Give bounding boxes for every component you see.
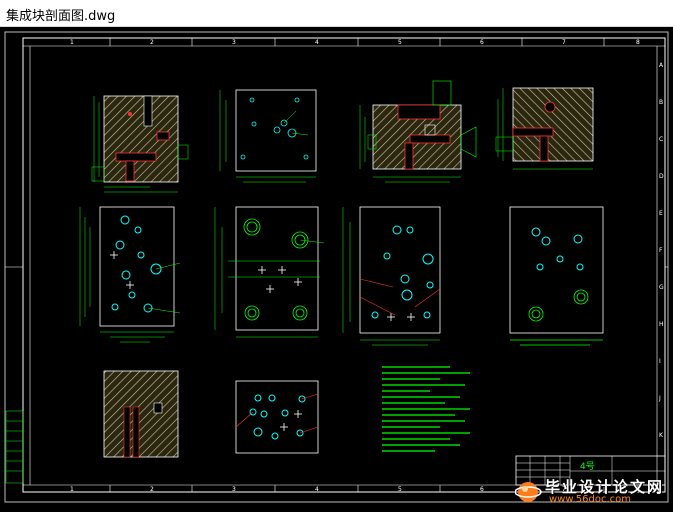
border-bcol-5: 5 bbox=[398, 486, 402, 493]
border-row-e: E bbox=[659, 210, 663, 217]
border-row-g: G bbox=[659, 284, 664, 291]
title-block-label: 4号 bbox=[580, 461, 595, 472]
globe-logo-icon bbox=[515, 482, 542, 502]
border-row-b: B bbox=[659, 99, 663, 106]
border-bcol-2: 2 bbox=[150, 486, 154, 493]
revision-table bbox=[5, 410, 24, 484]
border-col-3: 3 bbox=[232, 39, 236, 46]
border-bcol-1: 1 bbox=[70, 486, 74, 493]
site-watermark: 毕业设计论文网 www.56doc.com bbox=[513, 476, 671, 506]
border-row-d: D bbox=[659, 173, 664, 180]
window-title: 集成块剖面图.dwg bbox=[6, 9, 116, 24]
plan-view-2[interactable] bbox=[214, 206, 325, 338]
front-view-top[interactable] bbox=[219, 89, 317, 183]
border-bcol-4: 4 bbox=[315, 486, 319, 493]
plan-view-1[interactable] bbox=[79, 206, 181, 343]
border-row-i: I bbox=[659, 358, 661, 365]
border-col-1: 1 bbox=[70, 39, 74, 46]
border-col-4: 4 bbox=[315, 39, 319, 46]
border-row-a: A bbox=[659, 62, 664, 69]
plan-view-3[interactable] bbox=[342, 206, 441, 346]
technical-notes bbox=[382, 366, 470, 452]
border-row-j: J bbox=[658, 395, 661, 402]
drawing-canvas[interactable]: 1 2 3 4 5 6 7 8 1 2 3 4 5 6 7 8 A B C D … bbox=[0, 27, 673, 508]
border-row-h: H bbox=[659, 321, 664, 328]
border-col-2: 2 bbox=[150, 39, 154, 46]
border-row-f: F bbox=[659, 247, 663, 254]
section-view-2[interactable] bbox=[359, 80, 477, 183]
border-bcol-6: 6 bbox=[480, 486, 484, 493]
plan-view-4[interactable] bbox=[509, 206, 604, 346]
border-col-6: 6 bbox=[480, 39, 484, 46]
border-col-7: 7 bbox=[562, 39, 566, 46]
border-row-c: C bbox=[659, 136, 663, 143]
section-view-3[interactable] bbox=[495, 87, 594, 170]
section-view-1[interactable] bbox=[91, 95, 189, 193]
border-bcol-3: 3 bbox=[232, 486, 236, 493]
section-view-4[interactable] bbox=[103, 370, 179, 458]
border-col-8: 8 bbox=[636, 39, 640, 46]
border-row-k: K bbox=[659, 432, 664, 439]
watermark-url: www.56doc.com bbox=[549, 494, 632, 505]
window-titlebar: 集成块剖面图.dwg bbox=[0, 0, 673, 27]
bottom-plan-view[interactable] bbox=[235, 380, 319, 454]
border-col-5: 5 bbox=[398, 39, 402, 46]
